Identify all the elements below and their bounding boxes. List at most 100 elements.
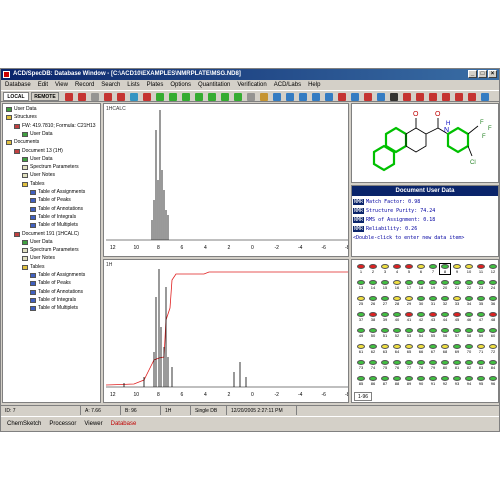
plate-well[interactable]: 96	[488, 376, 498, 386]
plate-well[interactable]: 47	[476, 312, 486, 322]
plate-well[interactable]: 73	[356, 360, 366, 370]
plate-well[interactable]: 78	[416, 360, 426, 370]
plate-well[interactable]: 59	[476, 328, 486, 338]
plate-well[interactable]: 33	[452, 296, 462, 306]
plate-tab[interactable]: 1-96	[354, 392, 373, 401]
plate-well[interactable]: 88	[392, 376, 402, 386]
toolbar-tool-26-icon[interactable]	[390, 93, 398, 101]
user-data-panel[interactable]: Document User Data NMR Match Factor: 0.98…	[351, 185, 499, 257]
plate-well[interactable]: 93	[452, 376, 462, 386]
toolbar-tool-25-icon[interactable]	[377, 93, 385, 101]
plate-well[interactable]: 41	[404, 312, 414, 322]
toolbar-tool-19-icon[interactable]	[299, 93, 307, 101]
menu-verification[interactable]: Verification	[237, 80, 266, 90]
plate-well[interactable]: 87	[380, 376, 390, 386]
plate-well[interactable]: 71	[476, 344, 486, 354]
plate-well[interactable]: 63	[380, 344, 390, 354]
toolbar-tool-11-icon[interactable]	[195, 93, 203, 101]
tree-node[interactable]: Table of Assignments	[30, 189, 85, 196]
plate-well[interactable]: 81	[452, 360, 462, 370]
tree-node[interactable]: Document 191 (1HCALC)	[14, 231, 79, 238]
plate-well[interactable]: 6	[416, 264, 426, 274]
toolbar-tool-33-icon[interactable]	[481, 93, 489, 101]
menu-edit[interactable]: Edit	[38, 80, 48, 90]
plate-well[interactable]: 39	[380, 312, 390, 322]
plate-well[interactable]: 42	[416, 312, 426, 322]
tree-node[interactable]: User Notes	[22, 172, 55, 179]
plate-well[interactable]: 54	[416, 328, 426, 338]
tree-node[interactable]: Table of Annotations	[30, 289, 83, 296]
toolbar-tool-15-icon[interactable]	[247, 93, 255, 101]
plate-well[interactable]: 90	[416, 376, 426, 386]
plate-well[interactable]: 28	[392, 296, 402, 306]
plate-well[interactable]: 8	[439, 263, 451, 275]
plate-well[interactable]: 83	[476, 360, 486, 370]
tab-database[interactable]: Database	[111, 421, 137, 427]
menu-record[interactable]: Record	[75, 80, 94, 90]
tree-node[interactable]: Table of Peaks	[30, 280, 71, 287]
plate-well[interactable]: 19	[428, 280, 438, 290]
toolbar-tool-3-icon[interactable]	[91, 93, 99, 101]
toolbar-tool-10-icon[interactable]	[182, 93, 190, 101]
tree-node[interactable]: Table of Integrals	[30, 297, 76, 304]
toolbar-tool-13-icon[interactable]	[221, 93, 229, 101]
tree-node[interactable]: User Data	[22, 239, 53, 246]
plate-well[interactable]: 49	[356, 328, 366, 338]
plate-well[interactable]: 52	[392, 328, 402, 338]
toolbar-tool-14-icon[interactable]	[234, 93, 242, 101]
plate-well[interactable]: 66	[416, 344, 426, 354]
toolbar-tool-12-icon[interactable]	[208, 93, 216, 101]
toolbar-tool-8-icon[interactable]	[156, 93, 164, 101]
plate-well[interactable]: 21	[452, 280, 462, 290]
plate-well[interactable]: 7	[428, 264, 438, 274]
tree-node[interactable]: Spectrum Parameters	[22, 247, 79, 254]
tree-node[interactable]: Tables	[22, 264, 44, 271]
maximize-button[interactable]: □	[478, 70, 487, 78]
plate-well[interactable]: 74	[368, 360, 378, 370]
plate-well[interactable]: 24	[488, 280, 498, 290]
tree-node[interactable]: Tables	[22, 181, 44, 188]
plate-well[interactable]: 46	[464, 312, 474, 322]
remote-button[interactable]: REMOTE	[31, 92, 59, 101]
plate-well[interactable]: 38	[368, 312, 378, 322]
plate-well[interactable]: 1	[356, 264, 366, 274]
plate-well[interactable]: 57	[452, 328, 462, 338]
toolbar-tool-2-icon[interactable]	[78, 93, 86, 101]
menu-search[interactable]: Search	[101, 80, 120, 90]
plate-well[interactable]: 37	[356, 312, 366, 322]
tree-node[interactable]: Document 13 (1H)	[14, 148, 63, 155]
menu-options[interactable]: Options	[170, 80, 191, 90]
plate-well[interactable]: 11	[476, 264, 486, 274]
toolbar-tool-4-icon[interactable]	[104, 93, 112, 101]
plate-well[interactable]: 60	[488, 328, 498, 338]
plate-well[interactable]: 15	[380, 280, 390, 290]
toolbar-tool-5-icon[interactable]	[117, 93, 125, 101]
plate-well[interactable]: 20	[440, 280, 450, 290]
plate-well[interactable]: 56	[440, 328, 450, 338]
plate-well[interactable]: 58	[464, 328, 474, 338]
plate-well[interactable]: 92	[440, 376, 450, 386]
plate-well[interactable]: 75	[380, 360, 390, 370]
plate-well[interactable]: 50	[368, 328, 378, 338]
tree-node[interactable]: Table of Multiplets	[30, 222, 78, 229]
user-data-row[interactable]: NMR Structure Purity: 74.24	[353, 207, 497, 216]
plate-panel[interactable]: 1 2 3 4 5 6 7 8 9 10 11 12 13 14 15 16 17 18 19 20 21 22 23 24 2…	[351, 259, 499, 403]
plate-well[interactable]: 62	[368, 344, 378, 354]
plate-well[interactable]: 17	[404, 280, 414, 290]
plate-well[interactable]: 31	[428, 296, 438, 306]
plate-well[interactable]: 30	[416, 296, 426, 306]
plate-well[interactable]: 44	[440, 312, 450, 322]
plate-well[interactable]: 79	[428, 360, 438, 370]
plate-well[interactable]: 77	[404, 360, 414, 370]
plate-well[interactable]: 27	[380, 296, 390, 306]
toolbar-tool-20-icon[interactable]	[312, 93, 320, 101]
toolbar-tool-23-icon[interactable]	[351, 93, 359, 101]
tree-node[interactable]: Table of Integrals	[30, 214, 76, 221]
plate-well[interactable]: 29	[404, 296, 414, 306]
plate-well[interactable]: 22	[464, 280, 474, 290]
tree-node[interactable]: User Data	[22, 156, 53, 163]
plate-well[interactable]: 82	[464, 360, 474, 370]
plate-well[interactable]: 36	[488, 296, 498, 306]
toolbar-tool-29-icon[interactable]	[429, 93, 437, 101]
toolbar-tool-7-icon[interactable]	[143, 93, 151, 101]
